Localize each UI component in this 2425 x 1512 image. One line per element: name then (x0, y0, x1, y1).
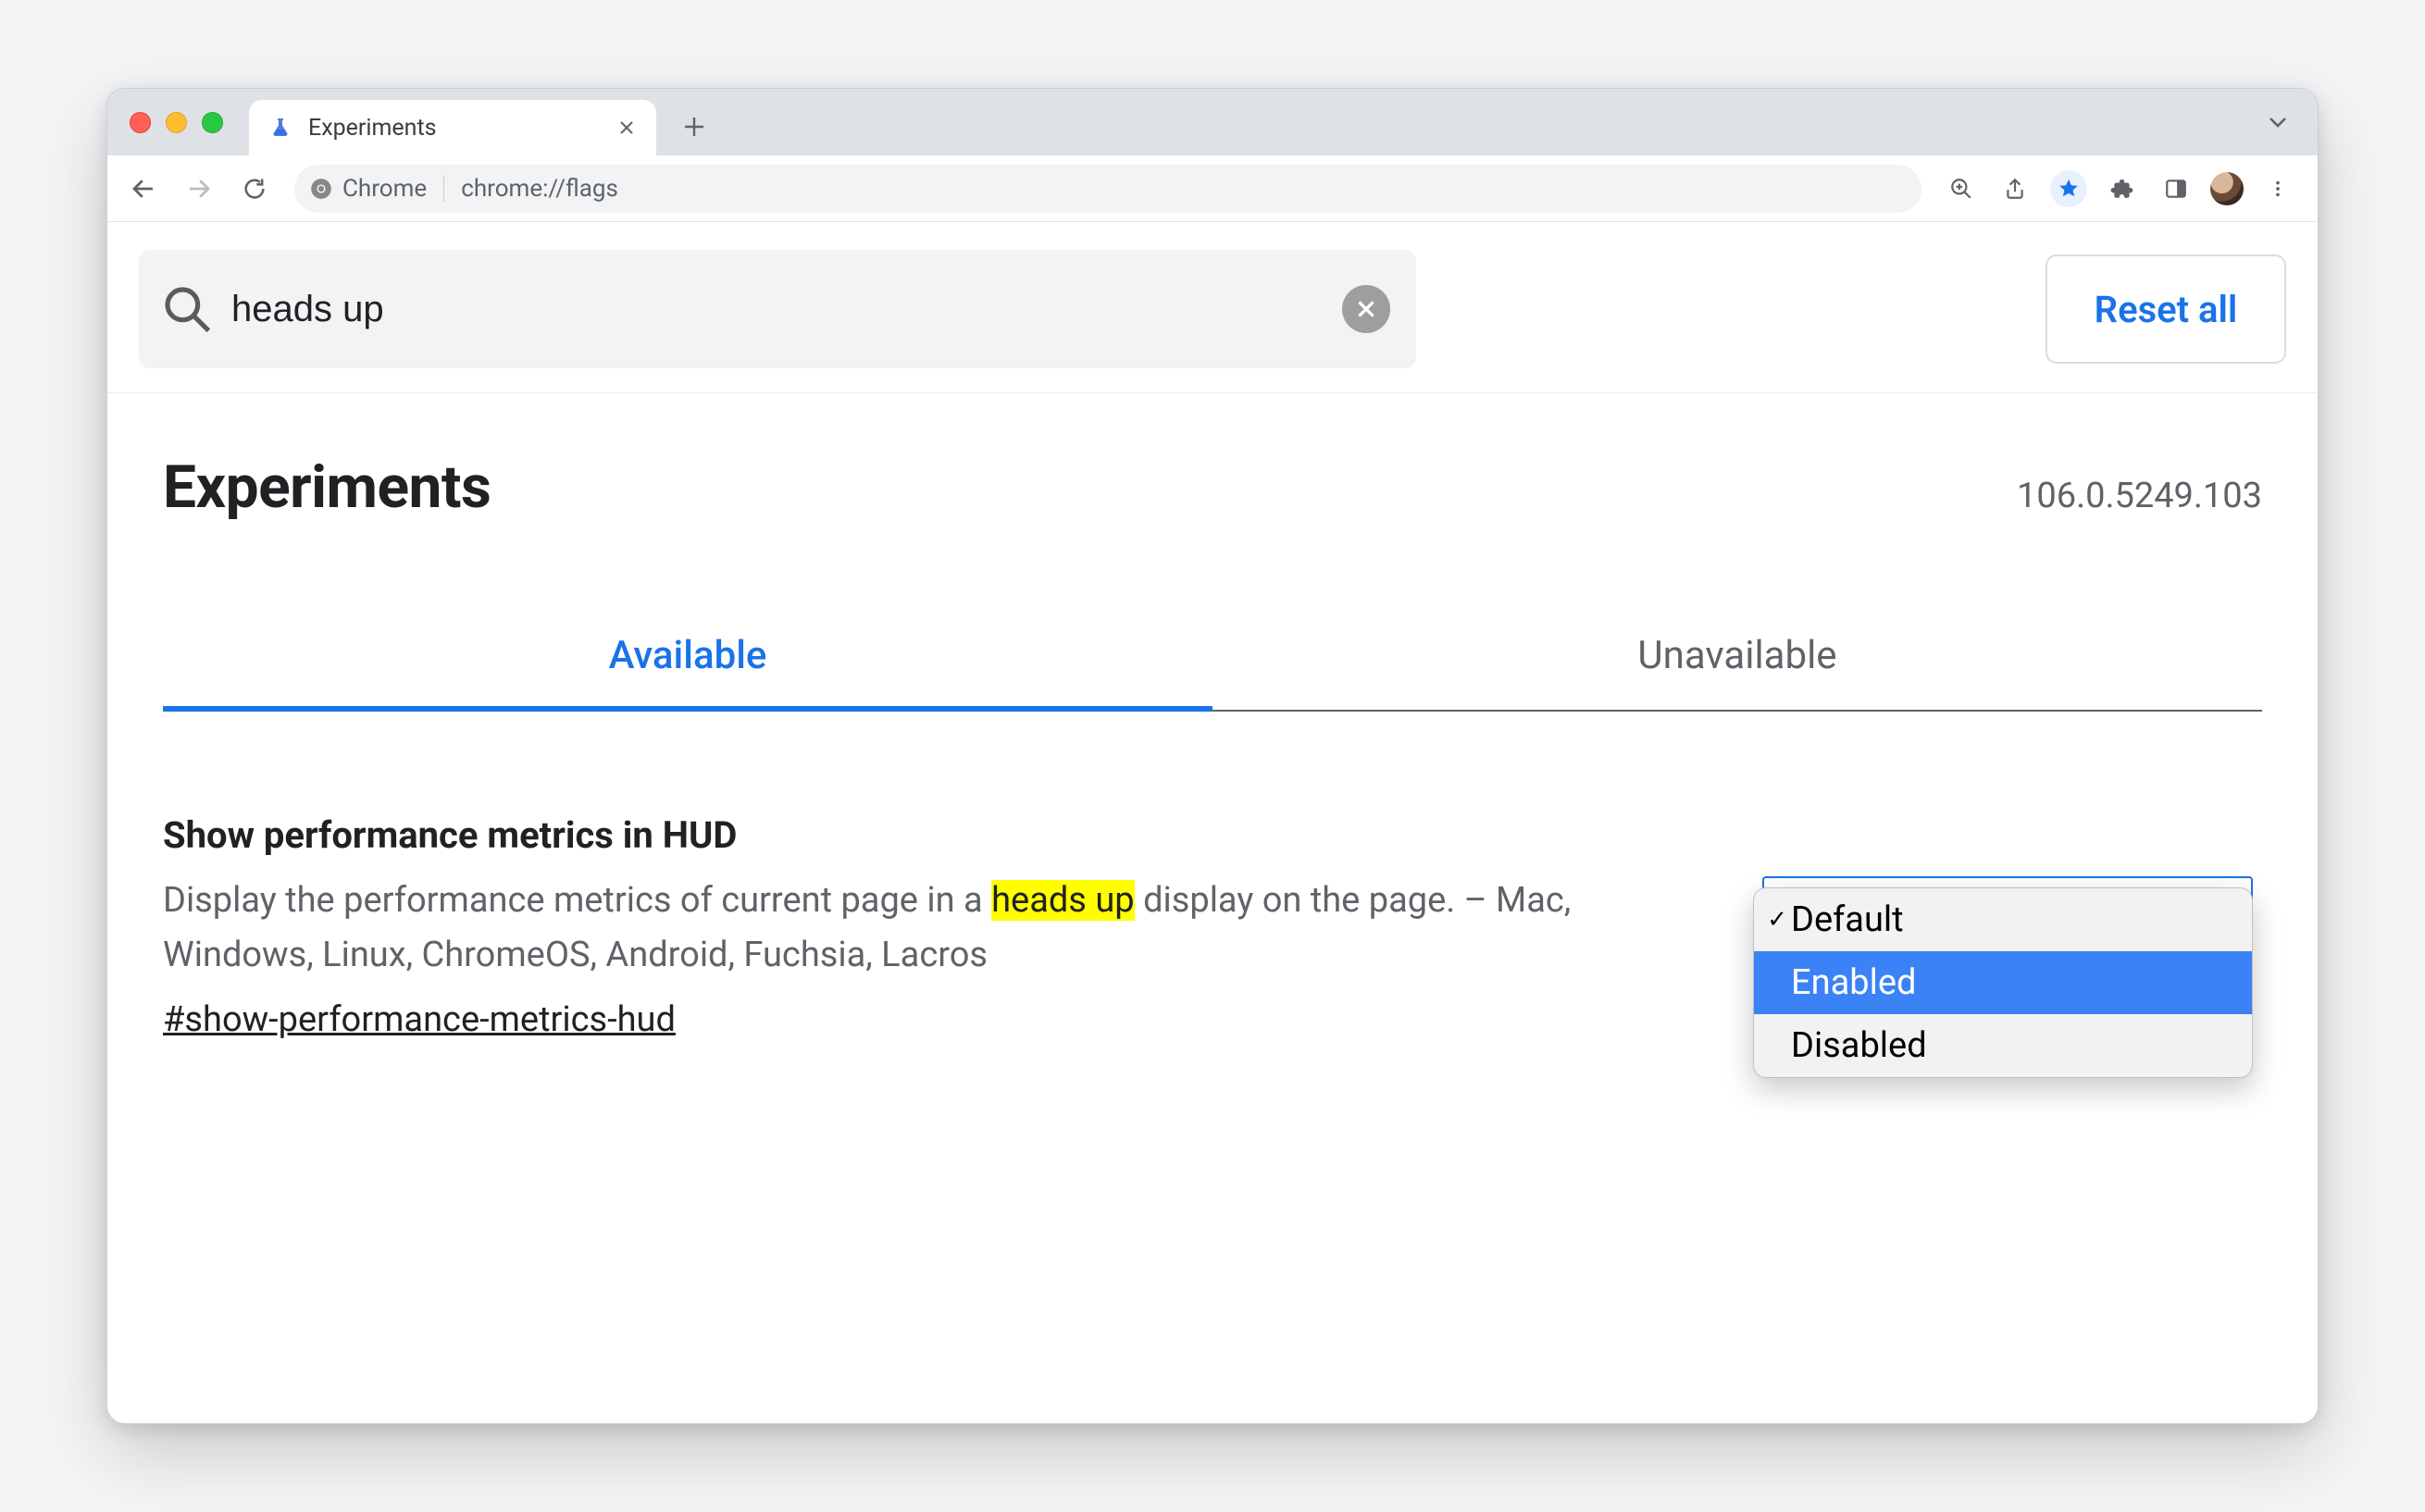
tab-strip: Experiments (107, 89, 2318, 155)
select-dropdown: ✓ Default Enabled Disabled (1753, 887, 2253, 1078)
checkmark-icon: ✓ (1754, 906, 1791, 934)
experiment-row: Show performance metrics in HUD Display … (163, 813, 2262, 1040)
new-tab-button[interactable] (671, 104, 717, 150)
chrome-chip: Chrome (309, 175, 448, 203)
browser-tab[interactable]: Experiments (249, 100, 656, 155)
address-bar[interactable]: Chrome chrome://flags (294, 165, 1921, 213)
tab-title: Experiments (308, 115, 599, 142)
tab-close-button[interactable] (614, 115, 640, 141)
tab-unavailable[interactable]: Unavailable (1212, 633, 2262, 712)
separator (443, 176, 444, 202)
option-disabled[interactable]: Disabled (1791, 1014, 2252, 1077)
chrome-logo-icon (309, 177, 333, 201)
tabs-menu-button[interactable] (2255, 89, 2301, 155)
option-enabled[interactable]: Enabled (1791, 951, 2252, 1014)
window-close-button[interactable] (130, 112, 151, 133)
extensions-icon[interactable] (2097, 164, 2147, 214)
chrome-version: 106.0.5249.103 (2017, 476, 2262, 516)
bookmark-star-button[interactable] (2044, 164, 2094, 214)
tab-available[interactable]: Available (163, 633, 1212, 712)
reset-all-button[interactable]: Reset all (2046, 254, 2286, 364)
experiment-tabs: Available Unavailable (163, 633, 2262, 712)
window-controls (124, 89, 232, 155)
experiment-title: Show performance metrics in HUD (163, 813, 1625, 857)
profile-avatar[interactable] (2210, 172, 2244, 205)
page-heading: Experiments (163, 452, 491, 522)
option-default[interactable]: Default (1791, 888, 2252, 951)
kebab-menu-icon[interactable] (2253, 164, 2303, 214)
share-icon[interactable] (1990, 164, 2040, 214)
star-filled-icon (2058, 178, 2080, 200)
experiment-anchor-link[interactable]: #show-performance-metrics-hud (163, 999, 676, 1040)
browser-toolbar: Chrome chrome://flags (107, 155, 2318, 222)
flags-search-row: Reset all (107, 222, 2318, 393)
browser-window: Experiments (106, 88, 2319, 1424)
window-maximize-button[interactable] (202, 112, 223, 133)
clear-search-button[interactable] (1342, 285, 1390, 333)
nav-reload-button[interactable] (230, 164, 280, 214)
omnibox-url: chrome://flags (461, 175, 618, 203)
flask-icon (267, 115, 293, 141)
nav-back-button[interactable] (118, 164, 168, 214)
omnibox-chip-label: Chrome (342, 175, 427, 203)
window-minimize-button[interactable] (166, 112, 187, 133)
zoom-icon[interactable] (1936, 164, 1986, 214)
flags-search-box[interactable] (139, 250, 1416, 368)
experiment-desc-text-before: Display the performance metrics of curre… (163, 880, 991, 921)
search-icon (161, 283, 213, 335)
nav-forward-button[interactable] (174, 164, 224, 214)
search-highlight: heads up (991, 880, 1135, 921)
experiment-description: Display the performance metrics of curre… (163, 874, 1625, 983)
flags-search-input[interactable] (230, 288, 1325, 331)
page-content: Reset all Experiments 106.0.5249.103 Ava… (107, 222, 2318, 1423)
sidepanel-icon[interactable] (2151, 164, 2201, 214)
